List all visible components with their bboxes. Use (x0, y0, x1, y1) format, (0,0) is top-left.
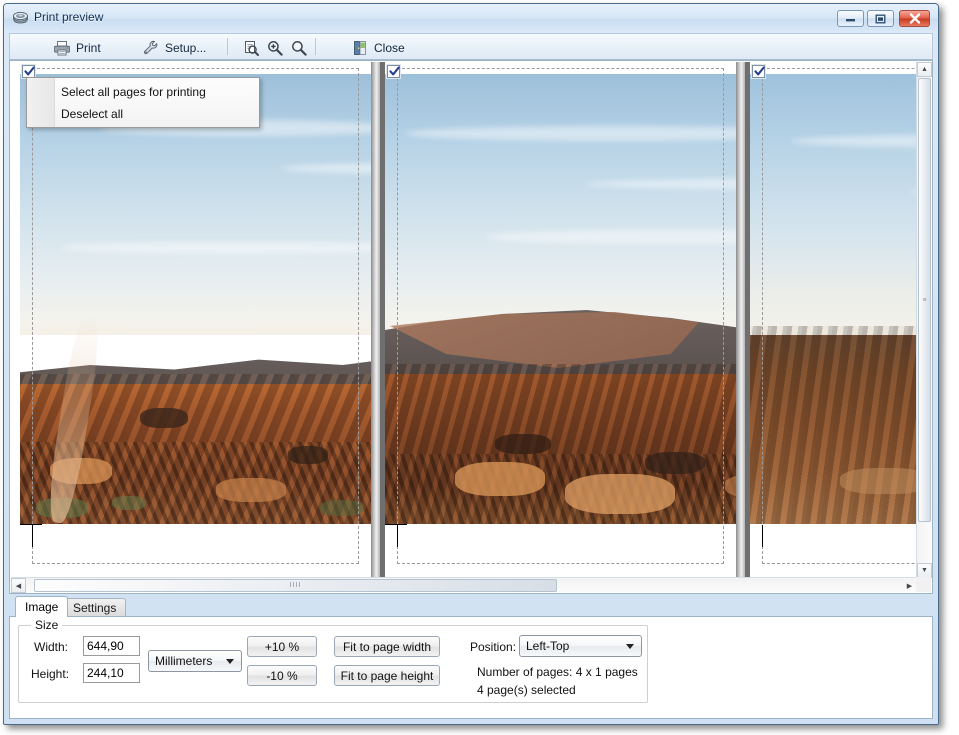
pages-selected-text: 4 page(s) selected (477, 683, 576, 697)
print-button-label: Print (76, 40, 101, 55)
page-2-image (385, 74, 736, 524)
decrease-10-button[interactable]: -10 % (247, 665, 317, 686)
close-icon (900, 11, 929, 26)
image-tab-panel: Size Width: Height: Millimeters +10 % -1… (9, 616, 933, 719)
page-1-corner-mark-h (20, 524, 42, 525)
page-gap-1 (371, 62, 380, 578)
increase-10-label: +10 % (264, 639, 300, 654)
preview-viewport[interactable] (11, 62, 917, 578)
close-button[interactable] (899, 10, 930, 27)
window-title: Print preview (34, 10, 104, 24)
setup-button[interactable]: Setup... (135, 36, 214, 59)
triangle-left-icon: ◀ (15, 582, 22, 590)
tab-image[interactable]: Image (15, 596, 69, 617)
page-1-sheet (20, 62, 371, 578)
zoom-out-icon (291, 40, 307, 56)
zoom-page-button[interactable] (238, 36, 264, 59)
number-of-pages-text: Number of pages: 4 x 1 pages (477, 665, 638, 679)
page-selection-context-menu[interactable]: Select all pages for printing Deselect a… (26, 77, 260, 128)
zoom-out-button[interactable] (286, 36, 312, 59)
preview-vertical-scrollbar[interactable]: ▲ ≡ ▼ (916, 62, 932, 578)
page-3-print-checkbox[interactable] (752, 65, 765, 78)
chevron-down-icon (226, 659, 234, 664)
width-label: Width: (34, 640, 69, 654)
position-dropdown[interactable]: Left-Top (519, 635, 642, 657)
size-group-box: Size Width: Height: Millimeters +10 % -1… (18, 618, 648, 703)
scroll-left-button[interactable]: ◀ (11, 578, 26, 593)
close-preview-button[interactable]: Close (344, 36, 413, 59)
zoom-page-icon (243, 40, 259, 56)
vertical-scroll-thumb[interactable]: ≡ (918, 78, 931, 522)
zoom-in-icon (267, 40, 283, 56)
minimize-icon (838, 11, 863, 26)
height-input[interactable] (83, 663, 140, 683)
maximize-button[interactable] (867, 10, 894, 27)
increase-10-button[interactable]: +10 % (247, 636, 317, 657)
triangle-down-icon: ▼ (921, 567, 928, 574)
menu-deselect-all[interactable]: Deselect all (55, 103, 257, 125)
page-2-corner-mark (397, 525, 398, 547)
scroll-down-button[interactable]: ▼ (917, 563, 932, 578)
page-3-corner-mark (762, 525, 763, 547)
title-bar: Print preview (4, 4, 938, 33)
scroll-grip-h-icon: IIII (289, 582, 302, 589)
print-preview-window: Print preview Print Setup... Close ▲ ≡ ▼… (3, 3, 939, 725)
horizontal-scroll-thumb[interactable]: IIII (34, 579, 557, 592)
page-gap-2 (736, 62, 745, 578)
door-icon (352, 40, 368, 56)
menu-deselect-all-label: Deselect all (61, 107, 124, 121)
menu-select-all-pages-label: Select all pages for printing (61, 85, 206, 99)
close-preview-label: Close (374, 40, 405, 55)
zoom-in-button[interactable] (262, 36, 288, 59)
wrench-icon (143, 40, 159, 56)
page-3-image (750, 74, 917, 524)
page-2-corner-mark-h (385, 524, 407, 525)
scroll-grip-icon: ≡ (922, 296, 927, 304)
toolbar-separator-2 (315, 38, 316, 55)
bottom-panel: Image Settings Size Width: Height: Milli… (9, 596, 933, 719)
page-1-corner-mark (32, 525, 33, 547)
fit-page-width-label: Fit to page width (342, 639, 432, 654)
fit-page-width-button[interactable]: Fit to page width (334, 636, 440, 657)
height-label: Height: (31, 667, 70, 681)
printer-icon (53, 40, 71, 56)
setup-button-label: Setup... (165, 40, 207, 55)
size-group-label: Size (31, 618, 63, 632)
triangle-right-icon: ▶ (906, 582, 913, 590)
tab-image-label: Image (25, 600, 59, 614)
fit-page-height-label: Fit to page height (340, 668, 434, 683)
chevron-down-icon (626, 644, 634, 649)
menu-select-all-pages[interactable]: Select all pages for printing (55, 81, 257, 103)
scrollbar-corner (916, 577, 931, 592)
tab-settings-label: Settings (73, 600, 117, 615)
tab-strip: Image Settings (9, 596, 933, 617)
fit-page-height-button[interactable]: Fit to page height (334, 665, 440, 686)
page-3-sheet (750, 62, 917, 578)
menu-gutter (27, 78, 55, 127)
toolbar: Print Setup... Close (9, 33, 933, 60)
units-dropdown-value: Millimeters (155, 654, 213, 668)
preview-horizontal-scrollbar[interactable]: ◀ IIII ▶ (11, 577, 917, 593)
position-label: Position: (470, 640, 517, 654)
units-dropdown[interactable]: Millimeters (148, 650, 242, 672)
print-button[interactable]: Print (46, 36, 109, 59)
preview-page-2[interactable] (385, 62, 736, 578)
preview-area: ▲ ≡ ▼ ◀ IIII ▶ (9, 60, 933, 594)
width-input[interactable] (83, 636, 140, 656)
page-2-sheet (385, 62, 736, 578)
page-2-print-checkbox[interactable] (387, 65, 400, 78)
preview-page-3[interactable] (750, 62, 917, 578)
maximize-icon (868, 11, 893, 26)
triangle-up-icon: ▲ (921, 66, 928, 73)
toolbar-separator-1 (227, 38, 228, 55)
preview-page-1[interactable] (20, 62, 371, 578)
decrease-10-label: -10 % (266, 668, 298, 683)
scroll-up-button[interactable]: ▲ (917, 62, 932, 77)
scroll-right-button[interactable]: ▶ (902, 578, 917, 593)
position-dropdown-value: Left-Top (526, 639, 570, 653)
tab-settings[interactable]: Settings (63, 598, 127, 616)
printer-preview-icon (12, 10, 29, 26)
minimize-button[interactable] (837, 10, 864, 27)
page-1-image (20, 74, 371, 524)
